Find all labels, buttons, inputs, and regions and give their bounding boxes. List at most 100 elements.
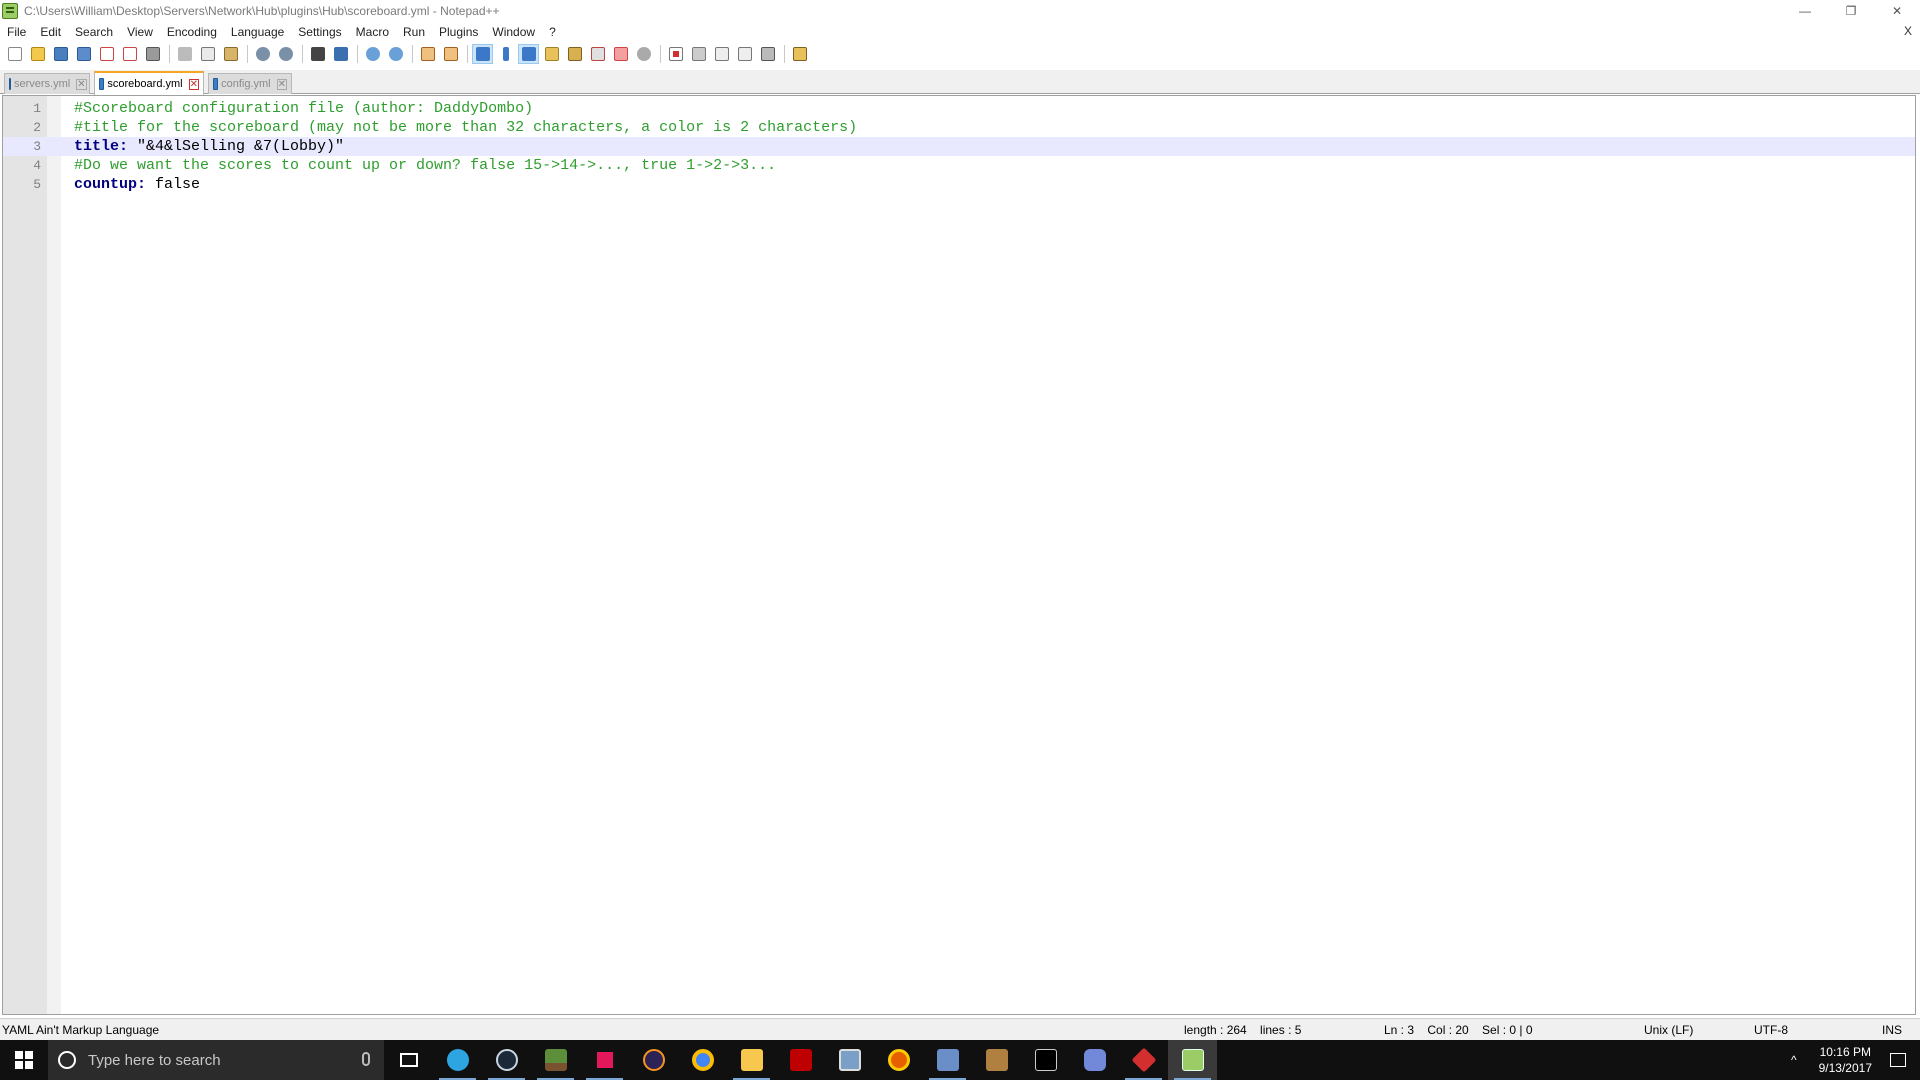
taskbar-filezilla[interactable]	[776, 1040, 825, 1080]
show-all-characters-button[interactable]	[495, 44, 516, 64]
close-all-button[interactable]	[119, 44, 140, 64]
record-macro-button[interactable]	[665, 44, 686, 64]
taskbar-chrome[interactable]	[678, 1040, 727, 1080]
status-encoding: UTF-8	[1754, 1023, 1788, 1037]
new-file-icon	[7, 47, 22, 61]
menu-edit[interactable]: Edit	[33, 25, 68, 39]
copy-icon	[200, 47, 215, 61]
save-icon	[53, 47, 68, 61]
line-number: 5	[33, 177, 41, 192]
close-file-button[interactable]	[96, 44, 117, 64]
tab-close-icon[interactable]: ✕	[276, 78, 287, 90]
zoom-in-button[interactable]	[362, 44, 383, 64]
taskbar-remote-desktop[interactable]	[825, 1040, 874, 1080]
microphone-icon[interactable]	[362, 1052, 370, 1066]
folder-as-workspace-button[interactable]	[610, 44, 631, 64]
action-center-icon[interactable]	[1890, 1053, 1906, 1067]
fold-margin[interactable]	[47, 96, 61, 1014]
indent-guide-button[interactable]	[518, 44, 539, 64]
minecraft-icon	[544, 1049, 567, 1071]
taskbar-archive[interactable]	[972, 1040, 1021, 1080]
taskbar-network-tool[interactable]	[923, 1040, 972, 1080]
line-number: 1	[33, 101, 41, 116]
taskbar-search[interactable]: Type here to search	[48, 1040, 384, 1080]
line-number: 4	[33, 158, 41, 173]
user-language-button[interactable]	[541, 44, 562, 64]
tab-config-yml[interactable]: config.yml ✕	[208, 73, 292, 94]
toolbar-separator	[357, 45, 358, 63]
minimize-button[interactable]: —	[1782, 0, 1828, 22]
find-button[interactable]	[307, 44, 328, 64]
monitoring-button[interactable]	[633, 44, 654, 64]
restore-button[interactable]: ❐	[1828, 0, 1874, 22]
taskbar-terminal[interactable]	[1021, 1040, 1070, 1080]
firefox-icon	[887, 1049, 910, 1071]
tab-close-icon[interactable]: ✕	[188, 78, 199, 90]
taskbar-file-explorer[interactable]	[727, 1040, 776, 1080]
status-length: length : 264 lines : 5	[1184, 1023, 1302, 1037]
taskbar-steam[interactable]	[482, 1040, 531, 1080]
save-macro-button[interactable]	[757, 44, 778, 64]
menu-plugins[interactable]: Plugins	[432, 25, 485, 39]
taskbar-notepad-plus-plus[interactable]	[1168, 1040, 1217, 1080]
menu-help[interactable]: ?	[542, 25, 563, 39]
task-view-button[interactable]	[384, 1040, 433, 1080]
open-file-button[interactable]	[27, 44, 48, 64]
menu-window[interactable]: Window	[485, 25, 542, 39]
print-button[interactable]	[142, 44, 163, 64]
tab-close-icon[interactable]: ✕	[76, 78, 87, 90]
windows-logo-icon	[15, 1051, 33, 1069]
save-button[interactable]	[50, 44, 71, 64]
tab-scoreboard-yml[interactable]: scoreboard.yml ✕	[94, 71, 204, 95]
menu-run[interactable]: Run	[396, 25, 432, 39]
toolbar-separator	[660, 45, 661, 63]
run-macro-multiple-button[interactable]	[734, 44, 755, 64]
code-line[interactable]: 4 #Do we want the scores to count up or …	[3, 156, 1915, 175]
taskbar-telegram[interactable]	[433, 1040, 482, 1080]
redo-button[interactable]	[275, 44, 296, 64]
menu-macro[interactable]: Macro	[349, 25, 396, 39]
taskbar-minecraft[interactable]	[531, 1040, 580, 1080]
close-button[interactable]: ✕	[1874, 0, 1920, 22]
taskbar-intellij[interactable]	[580, 1040, 629, 1080]
close-document-button[interactable]: X	[1904, 24, 1912, 38]
plugin-button[interactable]	[789, 44, 810, 64]
clock[interactable]: 10:16 PM 9/13/2017	[1819, 1044, 1872, 1076]
code-line[interactable]: 1 #Scoreboard configuration file (author…	[3, 99, 1915, 118]
start-button[interactable]	[0, 1040, 48, 1080]
menu-file[interactable]: File	[0, 25, 33, 39]
yaml-value: "&4&lSelling &7(Lobby)"	[128, 138, 345, 155]
document-map-button[interactable]	[564, 44, 585, 64]
taskbar-git-tool[interactable]	[1119, 1040, 1168, 1080]
menu-encoding[interactable]: Encoding	[160, 25, 224, 39]
save-all-button[interactable]	[73, 44, 94, 64]
play-macro-button[interactable]	[711, 44, 732, 64]
sync-horizontal-button[interactable]	[440, 44, 461, 64]
search-placeholder: Type here to search	[88, 1051, 221, 1069]
new-file-button[interactable]	[4, 44, 25, 64]
undo-button[interactable]	[252, 44, 273, 64]
word-wrap-button[interactable]	[472, 44, 493, 64]
tab-servers-yml[interactable]: servers.yml ✕	[4, 73, 90, 94]
copy-button[interactable]	[197, 44, 218, 64]
menu-language[interactable]: Language	[224, 25, 291, 39]
cut-button[interactable]	[174, 44, 195, 64]
text-editor[interactable]: 1 #Scoreboard configuration file (author…	[2, 95, 1916, 1015]
stop-macro-button[interactable]	[688, 44, 709, 64]
menu-settings[interactable]: Settings	[291, 25, 348, 39]
replace-button[interactable]	[330, 44, 351, 64]
taskbar-discord[interactable]	[1070, 1040, 1119, 1080]
zoom-out-button[interactable]	[385, 44, 406, 64]
paste-button[interactable]	[220, 44, 241, 64]
function-list-button[interactable]	[587, 44, 608, 64]
menu-view[interactable]: View	[120, 25, 160, 39]
sync-vertical-button[interactable]	[417, 44, 438, 64]
record-icon	[668, 47, 683, 61]
show-hidden-icons-button[interactable]: ^	[1791, 1053, 1797, 1067]
code-line[interactable]: 5 countup: false	[3, 175, 1915, 194]
current-code-line[interactable]: 3 title: "&4&lSelling &7(Lobby)"	[3, 137, 1915, 156]
menu-search[interactable]: Search	[68, 25, 120, 39]
taskbar-firefox[interactable]	[874, 1040, 923, 1080]
taskbar-eclipse[interactable]	[629, 1040, 678, 1080]
code-line[interactable]: 2 #title for the scoreboard (may not be …	[3, 118, 1915, 137]
